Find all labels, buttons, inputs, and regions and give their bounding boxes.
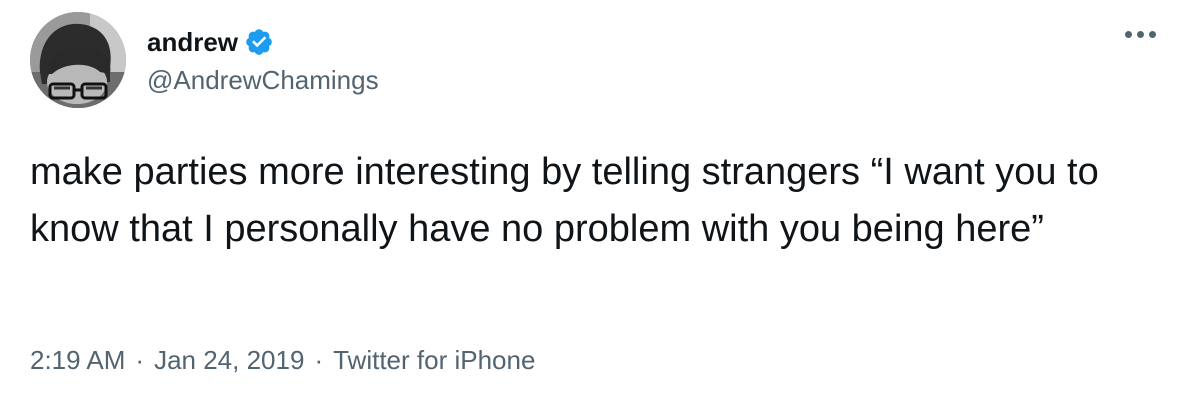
tweet-time[interactable]: 2:19 AM <box>30 342 125 378</box>
tweet-card: andrew @AndrewChamings make parties more… <box>0 0 1188 408</box>
more-options-button[interactable] <box>1120 22 1160 46</box>
tweet-text: make parties more interesting by telling… <box>30 151 1110 250</box>
dot <box>1136 30 1144 38</box>
tweet-source[interactable]: Twitter for iPhone <box>333 342 535 378</box>
avatar[interactable] <box>30 12 126 108</box>
tweet-date[interactable]: Jan 24, 2019 <box>154 342 304 378</box>
dot <box>1124 30 1132 38</box>
author-display-name[interactable]: andrew <box>147 24 238 60</box>
verified-badge-icon <box>244 27 274 57</box>
tweet-meta: 2:19 AM · Jan 24, 2019 · Twitter for iPh… <box>30 342 535 378</box>
more-options-icon <box>1124 30 1156 38</box>
author-name-row: andrew <box>147 24 274 60</box>
avatar-photo-icon <box>30 12 126 108</box>
author-handle[interactable]: @AndrewChamings <box>147 62 379 98</box>
dot <box>1148 30 1156 38</box>
meta-separator: · <box>314 345 324 375</box>
meta-separator: · <box>135 345 145 375</box>
